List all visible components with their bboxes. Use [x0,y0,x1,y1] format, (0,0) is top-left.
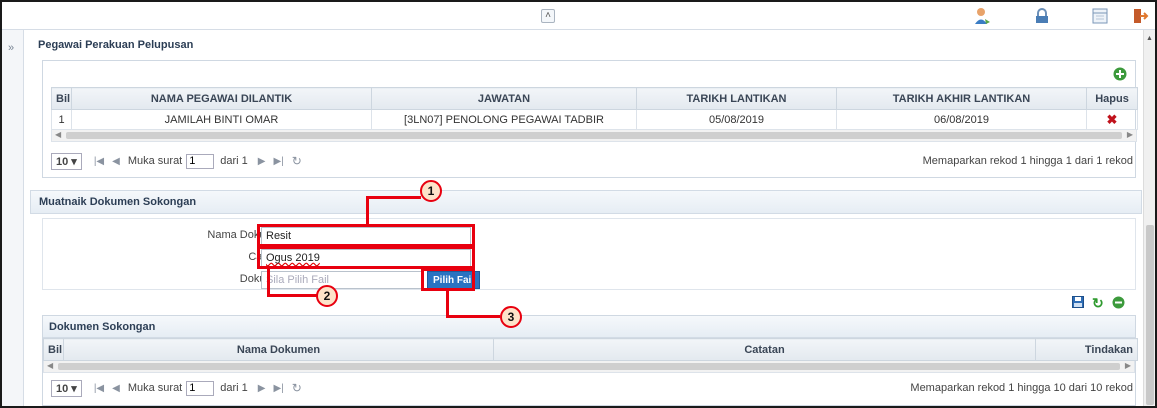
annotation-box-2 [257,246,475,269]
col-bil[interactable]: Bil [43,338,64,361]
lock-icon[interactable] [1032,6,1052,26]
logout-icon[interactable] [1130,6,1150,26]
annotation-box-3 [421,268,475,291]
save-icon[interactable] [1072,296,1084,311]
annotation-badge-1: 1 [420,180,442,202]
cell-tarikh-akhir: 06/08/2019 [836,109,1087,130]
record-info: Memaparkan rekod 1 hingga 1 dari 1 rekod [922,155,1133,167]
left-rail: » [2,30,24,406]
dokumen-pager: 10 ▾ |◀ ◀ Muka surat dari 1 ▶ ▶| ↻ Memap… [51,376,1133,400]
dokumen-hscroll[interactable]: ◀ ▶ [43,361,1135,373]
page-size-select[interactable]: 10 ▾ [51,379,82,397]
user-icon[interactable] [972,6,992,26]
scroll-left-icon[interactable]: ◀ [47,361,53,370]
pegawai-hscroll[interactable]: ◀ ▶ [51,130,1137,142]
record-info: Memaparkan rekod 1 hingga 10 dari 10 rek… [910,382,1133,394]
pegawai-section-title: Pegawai Perakuan Pelupusan [30,34,1142,56]
double-chevron-up-icon[interactable]: ˄ [541,9,555,23]
scroll-up-icon[interactable]: ▲ [1146,35,1153,42]
calendar-icon[interactable] [1090,6,1110,26]
dokumen-header-row: Bil Nama Dokumen Catatan Tindakan [43,338,1138,361]
muatnaik-section-header: Muatnaik Dokumen Sokongan [30,190,1142,214]
annotation-line-3 [446,290,449,317]
annotation-line-1 [366,197,369,225]
double-chevron-right-icon[interactable]: » [8,42,14,54]
page-size-value: 10 [56,155,69,168]
cell-jawatan: [3LN07] PENOLONG PEGAWAI TADBIR [371,109,637,130]
page-label: Muka surat [127,155,183,167]
muatnaik-form: Nama Dokumen : Catatan : Ogus 2019 Dokum… [42,218,1136,290]
col-catatan[interactable]: Catatan [493,338,1036,361]
first-page-icon[interactable]: |◀ [94,383,104,394]
add-icon[interactable] [1113,67,1127,84]
page-size-value: 10 [56,382,69,395]
page-label: Muka surat [127,382,183,394]
col-tindakan[interactable]: Tindakan [1035,338,1138,361]
refresh-icon[interactable]: ↻ [292,381,302,395]
refresh-icon[interactable]: ↻ [292,154,302,168]
scrollbar-thumb[interactable] [1146,225,1154,405]
pegawai-pager: 10 ▾ |◀ ◀ Muka surat dari 1 ▶ ▶| ↻ Memap… [51,149,1133,173]
table-row[interactable]: 1 JAMILAH BINTI OMAR [3LN07] PENOLONG PE… [51,109,1138,130]
scroll-right-icon[interactable]: ▶ [1125,361,1131,370]
hscroll-thumb[interactable] [58,363,1120,370]
col-tarikh-akhir[interactable]: TARIKH AKHIR LANTIKAN [836,87,1087,110]
delete-icon[interactable]: ✖ [1107,112,1118,127]
page-number-input[interactable] [186,153,215,169]
scroll-left-icon[interactable]: ◀ [55,130,61,139]
pegawai-header-row: Bil NAMA PEGAWAI DILANTIK JAWATAN TARIKH… [51,87,1138,110]
prev-page-icon[interactable]: ◀ [112,156,120,167]
vertical-scrollbar[interactable]: ▲ [1143,30,1155,406]
reload-icon[interactable]: ↻ [1092,295,1104,312]
dokumen-file-input[interactable]: Sila Pilih Fail [261,271,423,289]
cell-tarikh: 05/08/2019 [636,109,837,130]
hscroll-thumb[interactable] [66,132,1122,139]
next-page-icon[interactable]: ▶ [258,156,266,167]
annotation-box-1 [257,224,475,247]
annotation-line-2 [267,268,270,296]
annotation-line-2b [267,294,317,297]
last-page-icon[interactable]: ▶| [273,156,283,167]
form-actions: ↻ [1072,295,1125,312]
annotation-badge-3: 3 [500,306,522,328]
window-frame: ˄ » ▲ Pegawai Perakuan Pelupusan Bil NAM… [0,0,1157,408]
cell-hapus: ✖ [1086,109,1138,130]
page-total: dari 1 [220,155,248,167]
col-hapus[interactable]: Hapus [1086,87,1138,110]
annotation-line-1b [366,196,421,199]
col-tarikh-lantikan[interactable]: TARIKH LANTIKAN [636,87,837,110]
dokumen-section-header: Dokumen Sokongan [43,316,1135,338]
dokumen-table: Bil Nama Dokumen Catatan Tindakan [43,338,1138,361]
first-page-icon[interactable]: |◀ [94,156,104,167]
annotation-line-3b [446,315,500,318]
top-toolbar: ˄ [2,2,1155,30]
cell-nama: JAMILAH BINTI OMAR [71,109,372,130]
next-page-icon[interactable]: ▶ [258,383,266,394]
pegawai-title: Pegawai Perakuan Pelupusan [38,39,194,51]
last-page-icon[interactable]: ▶| [273,383,283,394]
page-total: dari 1 [220,382,248,394]
pegawai-panel: Bil NAMA PEGAWAI DILANTIK JAWATAN TARIKH… [42,60,1138,178]
minus-icon[interactable] [1112,296,1125,312]
scroll-right-icon[interactable]: ▶ [1127,130,1133,139]
page-number-input[interactable] [186,380,215,396]
col-nama-pegawai[interactable]: NAMA PEGAWAI DILANTIK [71,87,372,110]
cell-bil: 1 [51,109,72,130]
col-nama-dokumen[interactable]: Nama Dokumen [63,338,494,361]
col-bil[interactable]: Bil [51,87,72,110]
muatnaik-title: Muatnaik Dokumen Sokongan [39,196,197,208]
dokumen-panel: Dokumen Sokongan Bil Nama Dokumen Catata… [42,315,1138,406]
pegawai-table-wrap: Bil NAMA PEGAWAI DILANTIK JAWATAN TARIKH… [51,87,1138,142]
pegawai-table: Bil NAMA PEGAWAI DILANTIK JAWATAN TARIKH… [51,87,1138,130]
page-size-select[interactable]: 10 ▾ [51,152,82,170]
col-jawatan[interactable]: JAWATAN [371,87,637,110]
prev-page-icon[interactable]: ◀ [112,383,120,394]
annotation-badge-2: 2 [316,285,338,307]
dokumen-title: Dokumen Sokongan [49,321,156,333]
